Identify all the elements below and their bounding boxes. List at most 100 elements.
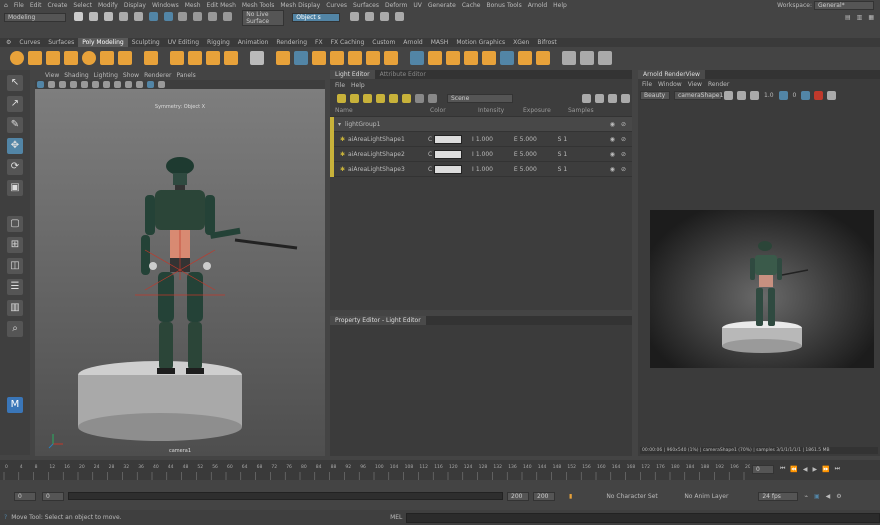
shelf-tab-xgen[interactable]: XGen xyxy=(509,38,533,47)
shelf-tab-custom[interactable]: Custom xyxy=(368,38,399,47)
film-gate-icon[interactable] xyxy=(158,81,165,88)
tab-light-editor[interactable]: Light Editor xyxy=(330,70,375,79)
shelf-tab-arnold[interactable]: Arnold xyxy=(399,38,426,47)
fps-dropdown[interactable]: 24 fps xyxy=(758,491,799,501)
menu-windows[interactable]: Windows xyxy=(152,2,179,9)
render-start-icon[interactable] xyxy=(724,90,733,100)
select-tool-icon[interactable]: ↖ xyxy=(7,75,23,91)
settings-icon[interactable]: ⚙ xyxy=(836,493,841,500)
light-color-swatch[interactable] xyxy=(434,164,463,174)
center-pivot-icon[interactable] xyxy=(428,51,442,65)
light-samples[interactable]: 1 xyxy=(563,151,583,158)
rotate-tool-icon[interactable]: ⟳ xyxy=(7,159,23,175)
resolution-gate-icon[interactable] xyxy=(147,81,154,88)
le-filter-icon[interactable] xyxy=(582,93,591,103)
viewport-panel[interactable]: Symmetry: Object X camera1 xyxy=(35,80,325,456)
light-enable-icon[interactable]: ⊘ xyxy=(621,136,626,143)
go-to-end-icon[interactable]: ⏭ xyxy=(835,465,840,473)
light-color-swatch[interactable] xyxy=(434,149,463,159)
col-samples[interactable]: Samples xyxy=(568,107,594,114)
multi-cut-icon[interactable] xyxy=(294,51,308,65)
range-bar[interactable] xyxy=(68,492,503,500)
paint-select-tool-icon[interactable]: ✎ xyxy=(7,117,23,133)
create-skydome-icon[interactable] xyxy=(402,93,411,103)
shadows-icon[interactable] xyxy=(92,81,99,88)
arnold-menu-view[interactable]: View xyxy=(688,81,702,88)
play-forward-icon[interactable]: ▶ xyxy=(813,466,818,473)
poly-cylinder-icon[interactable] xyxy=(46,51,60,65)
slide-edge-icon[interactable] xyxy=(598,51,612,65)
scale-tool-icon[interactable]: ▣ xyxy=(7,180,23,196)
modeling-toolkit-icon[interactable]: ▤ xyxy=(845,14,851,21)
soft-select-icon[interactable] xyxy=(410,51,424,65)
exposure-slider-icon[interactable] xyxy=(778,90,788,100)
sound-icon[interactable]: ◀ xyxy=(826,493,831,500)
light-solo-icon[interactable]: ◉ xyxy=(610,166,615,173)
open-scene-icon[interactable] xyxy=(88,12,98,21)
menu-cache[interactable]: Cache xyxy=(462,2,481,9)
viewport-menu-view[interactable]: View xyxy=(45,72,59,79)
anim-layer-dropdown[interactable]: No Anim Layer xyxy=(684,493,754,500)
group-enable-icon[interactable]: ⊘ xyxy=(621,121,626,128)
menu-file[interactable]: File xyxy=(14,2,24,9)
viewport-menu-show[interactable]: Show xyxy=(123,72,139,79)
move-tool-icon[interactable]: ✥ xyxy=(7,138,23,154)
snapshot-icon[interactable] xyxy=(737,90,746,100)
crop-region-icon[interactable] xyxy=(750,90,759,100)
shelf-settings-icon[interactable]: ⚙ xyxy=(2,38,15,47)
menu-modify[interactable]: Modify xyxy=(98,2,118,9)
ipr-render-icon[interactable] xyxy=(365,12,375,21)
le-settings-icon[interactable] xyxy=(608,93,617,103)
light-intensity[interactable]: 1.000 xyxy=(476,136,514,143)
menu-curves[interactable]: Curves xyxy=(326,2,347,9)
viewport-menu-renderer[interactable]: Renderer xyxy=(144,72,171,79)
create-light-group-icon[interactable] xyxy=(428,93,437,103)
quad-draw-icon[interactable] xyxy=(500,51,514,65)
light-intensity[interactable]: 1.000 xyxy=(476,151,514,158)
channel-rgb-icon[interactable] xyxy=(801,90,811,100)
shelf-tab-mash[interactable]: MASH xyxy=(427,38,453,47)
key-icon[interactable]: ▮ xyxy=(569,493,572,500)
paint-select-icon[interactable] xyxy=(562,51,576,65)
menuset-dropdown[interactable]: Modeling xyxy=(4,13,66,22)
light-group-row[interactable]: ▾ lightGroup1 ◉ ⊘ xyxy=(330,116,632,132)
target-weld-icon[interactable] xyxy=(312,51,326,65)
poly-plane-icon[interactable] xyxy=(100,51,114,65)
current-frame-field[interactable]: 0 xyxy=(752,465,774,474)
arnold-menu-render[interactable]: Render xyxy=(708,81,729,88)
layout-side-icon[interactable]: ◫ xyxy=(7,258,23,274)
step-back-key-icon[interactable]: ⏪ xyxy=(790,466,797,473)
light-exposure[interactable]: 5.000 xyxy=(520,151,558,158)
layout-four-icon[interactable]: ⊞ xyxy=(7,237,23,253)
character-set-dropdown[interactable]: No Character Set xyxy=(606,493,676,500)
shelf-tab-rendering[interactable]: Rendering xyxy=(272,38,311,47)
new-scene-icon[interactable] xyxy=(74,12,83,21)
menu-create[interactable]: Create xyxy=(47,2,67,9)
light-enable-icon[interactable]: ⊘ xyxy=(621,166,626,173)
mirror-icon[interactable] xyxy=(366,51,380,65)
freeze-transform-icon[interactable] xyxy=(446,51,460,65)
poly-disc-icon[interactable] xyxy=(118,51,132,65)
shelf-tab-poly-modeling[interactable]: Poly Modeling xyxy=(78,38,128,47)
menu-mesh[interactable]: Mesh xyxy=(185,2,201,9)
shelf-tab-rigging[interactable]: Rigging xyxy=(203,38,234,47)
shelf-tab-bifrost[interactable]: Bifrost xyxy=(533,38,560,47)
undo-icon[interactable] xyxy=(118,12,128,21)
step-forward-key-icon[interactable]: ⏩ xyxy=(822,466,829,473)
playback-end-field[interactable]: 200 xyxy=(507,491,529,501)
workspace-dropdown[interactable]: General* xyxy=(814,1,874,10)
group-expand-icon[interactable]: ▾ xyxy=(338,121,341,128)
light-exposure[interactable]: 5.000 xyxy=(520,136,558,143)
end-frame-field[interactable]: 200 xyxy=(533,491,555,501)
col-name[interactable]: Name xyxy=(335,107,430,114)
scene-dropdown[interactable]: Scene xyxy=(447,93,513,103)
arnold-title[interactable]: Arnold RenderView xyxy=(638,70,705,79)
menu-bonus-tools[interactable]: Bonus Tools xyxy=(487,2,522,9)
shelf-tab-sculpting[interactable]: Sculpting xyxy=(128,38,164,47)
shelf-tab-curves[interactable]: Curves xyxy=(15,38,44,47)
shelf-tab-motion-graphics[interactable]: Motion Graphics xyxy=(452,38,509,47)
grid-icon[interactable] xyxy=(518,51,532,65)
fill-hole-icon[interactable] xyxy=(330,51,344,65)
robot-model[interactable] xyxy=(141,157,298,374)
arnold-menu-window[interactable]: Window xyxy=(658,81,682,88)
